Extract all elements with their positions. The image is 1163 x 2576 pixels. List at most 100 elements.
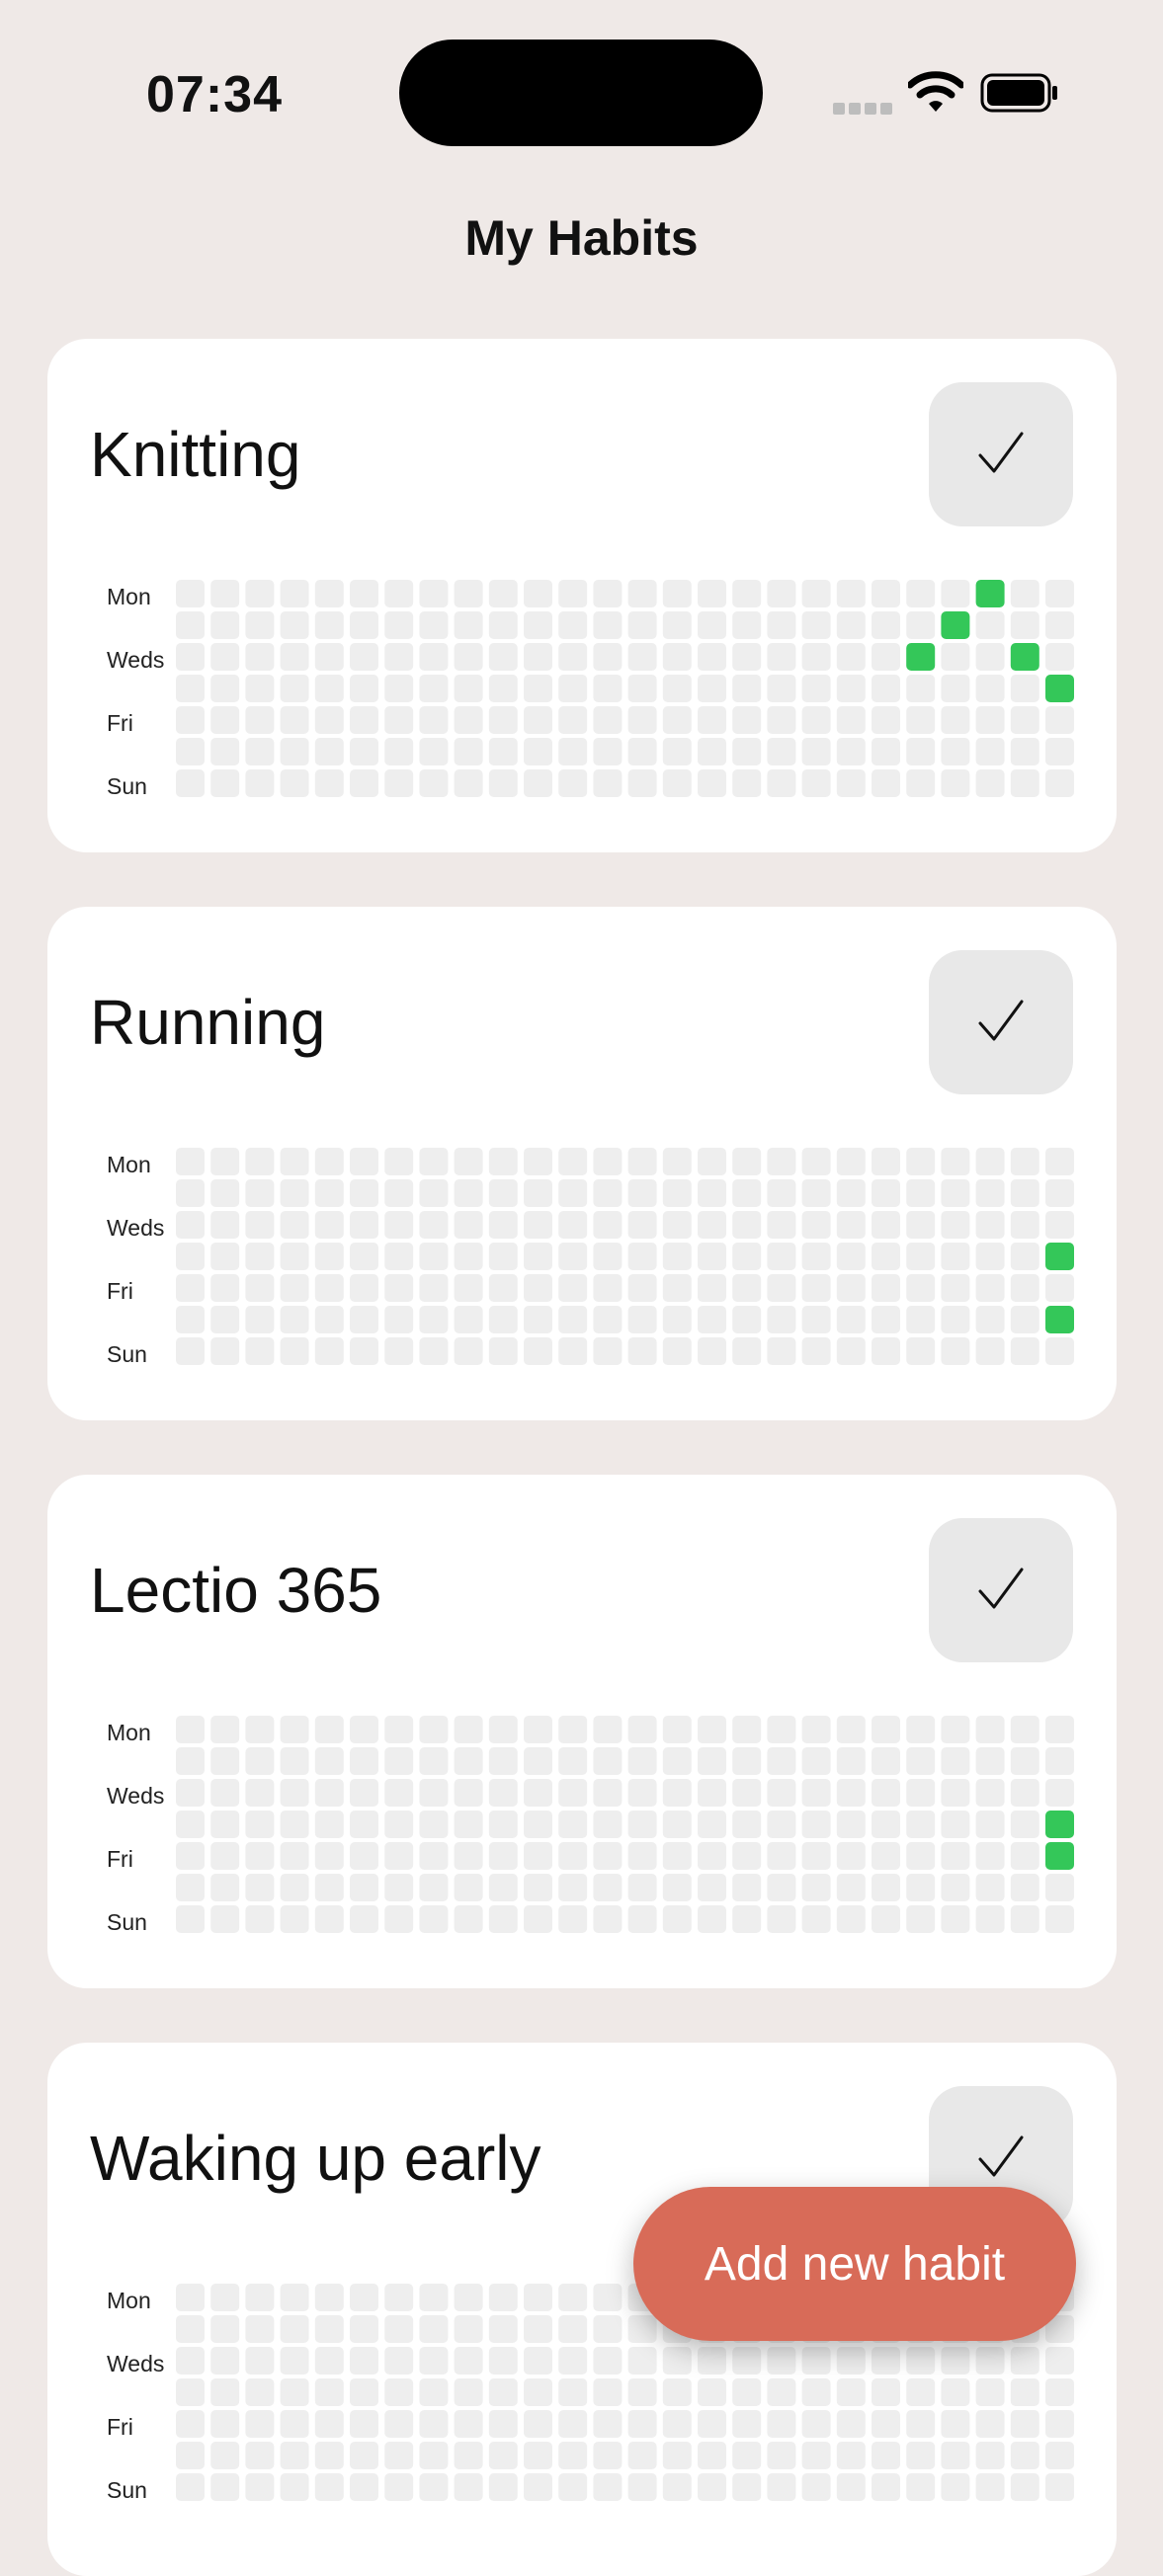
day-cell <box>524 2315 552 2343</box>
day-cell <box>975 769 1005 797</box>
day-cell <box>662 1148 692 1175</box>
day-cell <box>698 1716 726 1743</box>
day-cell <box>906 1874 936 1901</box>
day-cell <box>350 1716 378 1743</box>
day-cell <box>941 1874 970 1901</box>
day-cell <box>872 1274 900 1302</box>
day-cell <box>698 1274 726 1302</box>
day-cell <box>836 1179 866 1207</box>
day-cell <box>350 738 378 765</box>
day-cell <box>872 706 900 734</box>
day-cell <box>698 580 726 607</box>
day-cell <box>558 1874 588 1901</box>
day-cell <box>836 2473 866 2501</box>
check-button[interactable] <box>929 950 1073 1094</box>
day-cell <box>176 2473 205 2501</box>
day-cell <box>384 2442 414 2469</box>
day-cell <box>767 1905 796 1933</box>
day-cell <box>350 2442 378 2469</box>
day-cell <box>488 1874 518 1901</box>
day-cell <box>1010 2442 1039 2469</box>
day-cell <box>732 2347 762 2375</box>
day-cell <box>698 1148 726 1175</box>
day-cell <box>558 1747 588 1775</box>
day-cell <box>593 2347 623 2375</box>
day-cell <box>419 1747 449 1775</box>
page-title: My Habits <box>464 210 699 266</box>
day-cell <box>627 580 657 607</box>
day-cell <box>836 1747 866 1775</box>
day-cell <box>941 1716 970 1743</box>
day-cell <box>1010 1148 1039 1175</box>
day-cell <box>558 1779 588 1807</box>
day-cell <box>801 2378 831 2406</box>
day-cell <box>176 1211 205 1239</box>
day-cell <box>698 643 726 671</box>
day-cell <box>210 738 240 765</box>
day-cell <box>698 611 726 639</box>
day-cell <box>558 2378 588 2406</box>
day-cell <box>558 1306 588 1333</box>
day-cell <box>975 2378 1005 2406</box>
day-cell <box>836 1211 866 1239</box>
day-cell <box>176 1148 205 1175</box>
day-label-mon: Mon <box>107 1720 151 1745</box>
day-cell <box>524 580 552 607</box>
day-cell <box>314 738 344 765</box>
day-cell <box>280 769 309 797</box>
add-new-habit-button[interactable]: Add new habit <box>633 2187 1076 2341</box>
day-cell <box>524 1337 552 1365</box>
day-cell <box>245 1337 275 1365</box>
day-cell <box>627 1211 657 1239</box>
day-cell <box>801 643 831 671</box>
day-cell <box>872 2442 900 2469</box>
day-cell <box>488 769 518 797</box>
day-cell <box>732 1905 762 1933</box>
day-cell <box>454 1337 483 1365</box>
day-cell <box>419 2442 449 2469</box>
day-cell <box>662 1779 692 1807</box>
day-cell <box>662 611 692 639</box>
day-cell <box>488 706 518 734</box>
day-cell <box>245 2347 275 2375</box>
day-cell <box>350 1306 378 1333</box>
day-cell <box>906 1243 936 1270</box>
day-cell <box>245 769 275 797</box>
day-cell <box>906 1148 936 1175</box>
day-cell <box>627 2315 657 2343</box>
day-cell <box>384 675 414 702</box>
day-cell <box>801 1811 831 1838</box>
day-cell <box>488 1179 518 1207</box>
checkmark-icon <box>978 2135 1024 2177</box>
day-cell <box>698 1811 726 1838</box>
day-cell <box>454 1747 483 1775</box>
day-cell <box>454 2378 483 2406</box>
day-cell <box>801 2410 831 2438</box>
day-cell <box>176 1716 205 1743</box>
day-cell <box>941 2410 970 2438</box>
day-cell <box>767 611 796 639</box>
day-cell <box>488 2378 518 2406</box>
day-cell <box>662 2347 692 2375</box>
day-cell <box>558 675 588 702</box>
day-cell <box>906 1779 936 1807</box>
day-cell <box>419 580 449 607</box>
day-cell <box>836 1148 866 1175</box>
day-cell <box>767 738 796 765</box>
day-cell <box>419 2347 449 2375</box>
day-cell <box>662 643 692 671</box>
day-cell <box>384 580 414 607</box>
day-cell <box>314 1842 344 1870</box>
check-button[interactable] <box>929 382 1073 526</box>
habit-title: Running <box>90 987 326 1058</box>
check-button[interactable] <box>929 1518 1073 1662</box>
day-cell <box>245 1874 275 1901</box>
day-cell <box>558 2315 588 2343</box>
status-time: 07:34 <box>146 66 283 123</box>
day-cell <box>176 2410 205 2438</box>
day-cell <box>314 2473 344 2501</box>
day-cell <box>1045 1211 1074 1239</box>
day-cell <box>419 675 449 702</box>
day-cell <box>419 1211 449 1239</box>
day-cell <box>419 1306 449 1333</box>
